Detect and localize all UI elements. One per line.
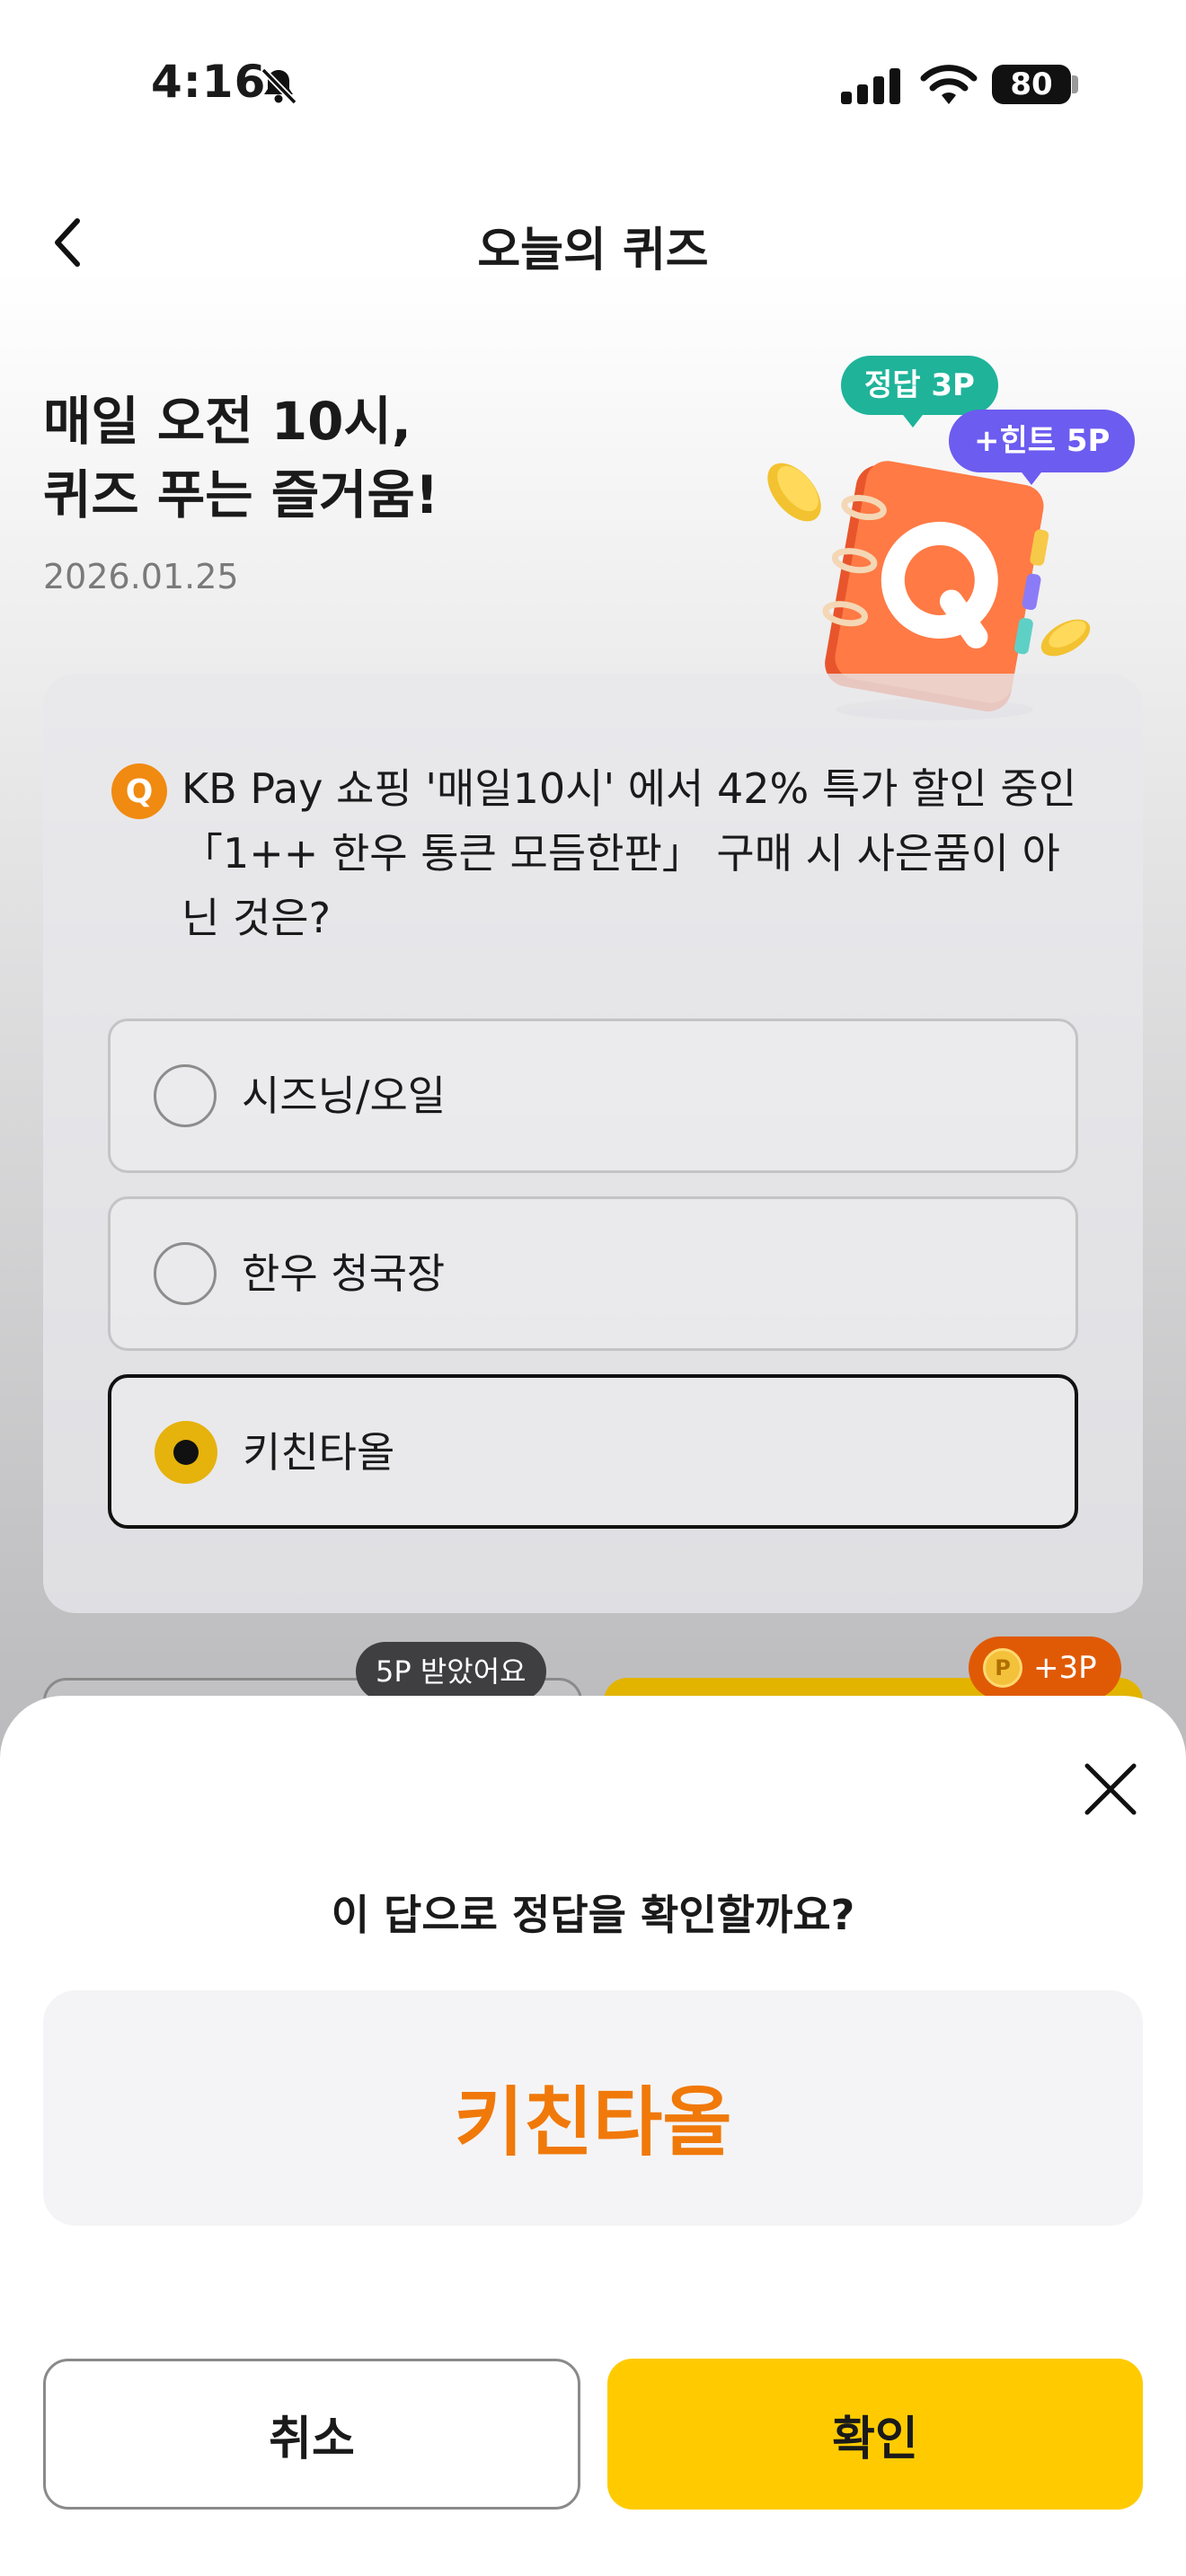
question-mark-badge: Q — [111, 763, 167, 819]
radio-button-unselected[interactable] — [154, 1242, 217, 1305]
option-label: 한우 청국장 — [242, 1249, 446, 1298]
bell-slash-icon — [261, 67, 297, 105]
close-icon[interactable] — [1078, 1757, 1143, 1822]
answer-points-badge: 정답 3P — [841, 356, 998, 415]
radio-button-selected[interactable] — [155, 1421, 217, 1484]
option-label: 키친타올 — [243, 1428, 395, 1477]
point-coin-icon: P — [983, 1648, 1022, 1688]
question-text: KB Pay 쇼핑 '매일10시' 에서 42% 특가 할인 중인 「1++ 한… — [181, 764, 1077, 942]
option-label: 시즈닝/오일 — [242, 1072, 447, 1120]
battery-level: 80 — [1010, 66, 1053, 102]
cancel-button[interactable]: 취소 — [43, 2359, 580, 2510]
battery-tip — [1072, 75, 1078, 93]
option-1[interactable]: 시즈닝/오일 — [108, 1019, 1078, 1173]
page-title: 오늘의 퀴즈 — [477, 224, 709, 278]
confirm-button[interactable]: 확인 — [607, 2359, 1143, 2510]
answer-badge-tail — [900, 411, 925, 428]
status-time: 4:16 — [151, 56, 267, 108]
sheet-title: 이 답으로 정답을 확인할까요? — [331, 1891, 855, 1939]
quiz-date: 2026.01.25 — [43, 557, 239, 596]
hint-received-bubble: 5P 받았어요 — [356, 1642, 546, 1701]
cellular-signal-icon — [841, 68, 900, 104]
points-reward-label: +3P — [1033, 1650, 1097, 1686]
quiz-headline: 매일 오전 10시, 퀴즈 푸는 즐거움! — [43, 391, 439, 525]
selected-answer-text: 키친타올 — [454, 2078, 732, 2166]
points-reward-bubble: P +3P — [969, 1636, 1121, 1699]
radio-button-unselected[interactable] — [154, 1064, 217, 1127]
wifi-icon — [920, 65, 978, 104]
option-3[interactable]: 키친타올 — [108, 1374, 1078, 1529]
option-2[interactable]: 한우 청국장 — [108, 1196, 1078, 1351]
battery-icon: 80 — [992, 65, 1071, 104]
